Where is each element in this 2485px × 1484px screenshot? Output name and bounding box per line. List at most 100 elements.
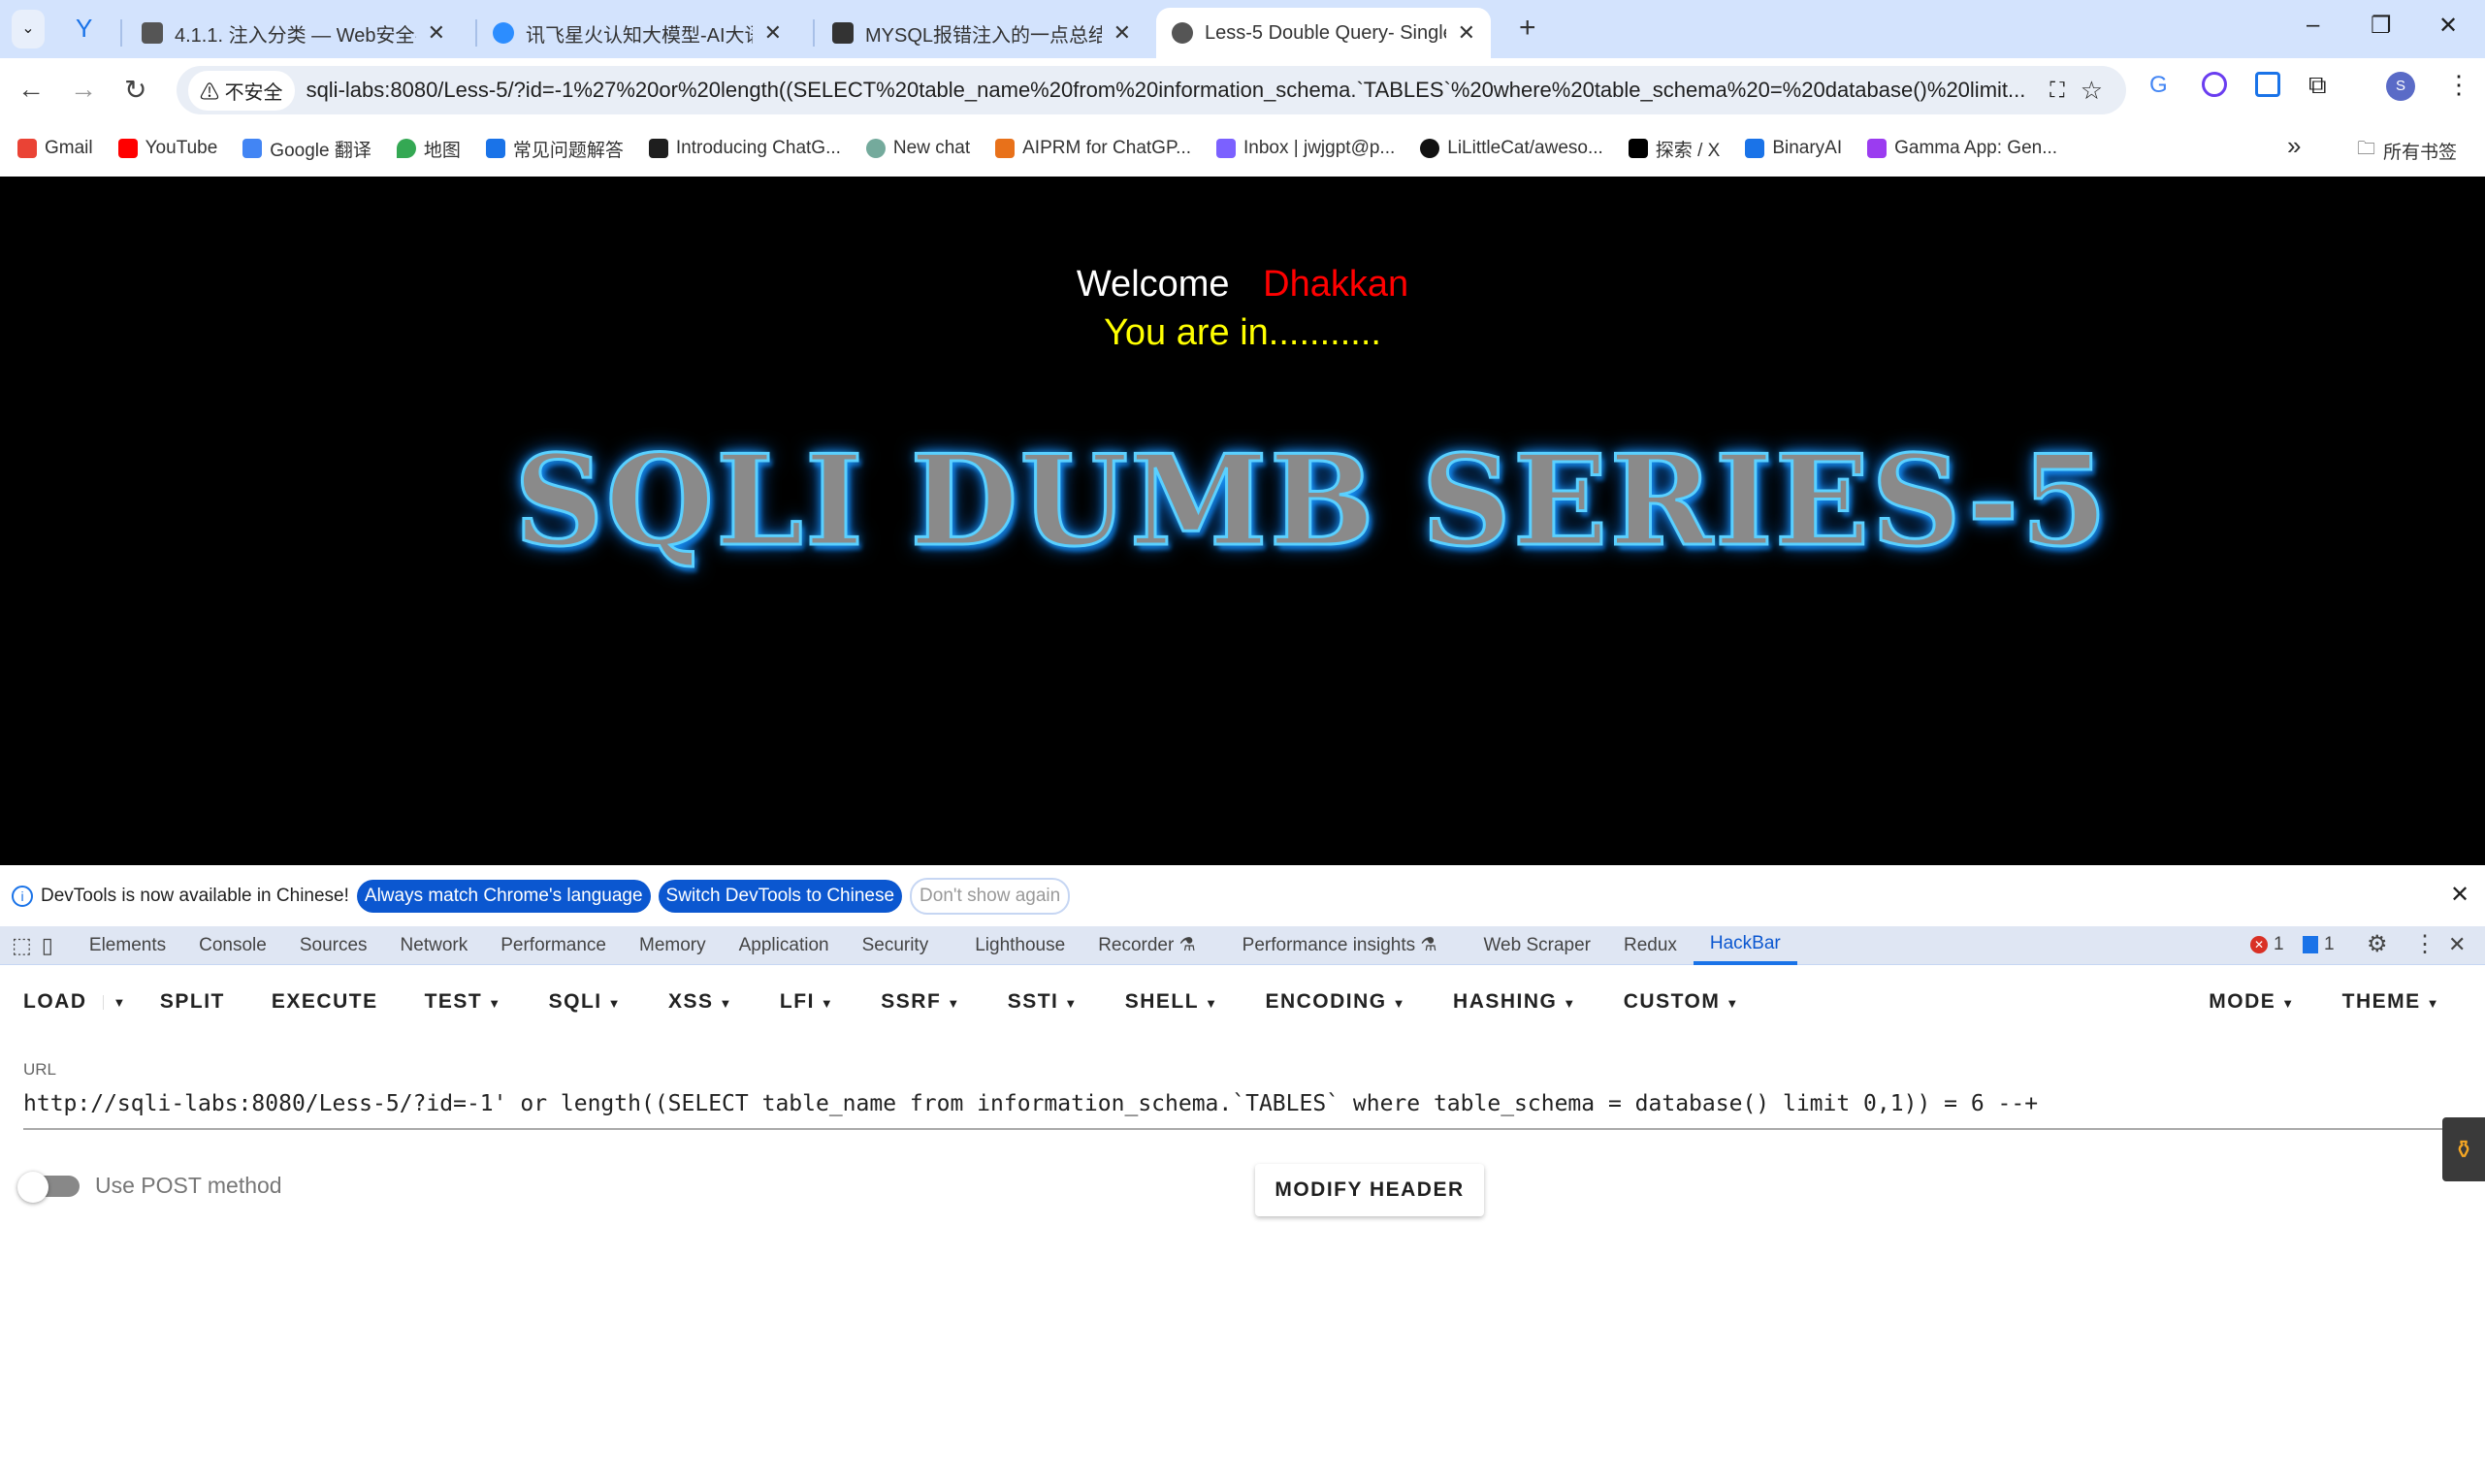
new-tab-button[interactable]: + [1519, 12, 1536, 45]
modify-header-button[interactable]: MODIFY HEADER [1255, 1164, 1484, 1216]
settings-gear-icon[interactable]: ⚙ [2367, 930, 2388, 958]
tab-lighthouse[interactable]: Lighthouse [958, 926, 1081, 965]
reload-button[interactable]: ↻ [124, 74, 146, 106]
tab-sources[interactable]: Sources [283, 926, 384, 965]
close-tab-icon[interactable]: ✕ [428, 20, 445, 46]
devtools-menu-icon[interactable]: ⋮ [2413, 930, 2437, 958]
restore-button[interactable]: ❐ [2371, 12, 2392, 40]
post-method-toggle-knob[interactable] [17, 1172, 48, 1203]
tab-search-button[interactable]: ⌄ [12, 10, 45, 48]
bookmark[interactable]: Gmail [17, 138, 93, 159]
theme-menu[interactable]: THEME ▼ [2319, 990, 2485, 1014]
forward-button[interactable]: → [70, 74, 97, 105]
test-menu[interactable]: TEST ▼ [402, 990, 526, 1014]
ssti-menu[interactable]: SSTI ▼ [984, 990, 1102, 1014]
pinned-tab-icon[interactable]: Y [76, 14, 92, 44]
close-infobar-icon[interactable]: ✕ [2450, 881, 2469, 909]
security-chip[interactable]: ⚠ 不安全 [188, 70, 295, 111]
shell-menu[interactable]: SHELL ▼ [1102, 990, 1242, 1014]
close-devtools-icon[interactable]: ✕ [2448, 932, 2466, 957]
close-window-button[interactable]: ✕ [2438, 12, 2458, 40]
tab-memory[interactable]: Memory [623, 926, 723, 965]
extension-icon[interactable] [2255, 72, 2280, 97]
caret-down-icon: ▼ [2426, 996, 2440, 1011]
lfi-menu[interactable]: LFI ▼ [757, 990, 857, 1014]
tab[interactable]: 4.1.1. 注入分类 — Web安全学 ✕ [126, 8, 461, 58]
error-counter[interactable]: ✕ 1 [2250, 934, 2284, 955]
split-button[interactable]: SPLIT [137, 990, 248, 1014]
google-translate-ext-icon[interactable]: G [2149, 72, 2168, 99]
bookmark[interactable]: Inbox | jwjgpt@p... [1216, 138, 1395, 159]
hashing-menu[interactable]: HASHING ▼ [1430, 990, 1600, 1014]
bookmark[interactable]: 地图 [396, 136, 461, 162]
bookmark[interactable]: LiLittleCat/aweso... [1420, 138, 1603, 159]
back-button[interactable]: ← [17, 74, 45, 105]
close-tab-icon[interactable]: ✕ [1458, 20, 1475, 46]
tab-console[interactable]: Console [182, 926, 283, 965]
bookmark[interactable]: AIPRM for ChatGP... [995, 138, 1191, 159]
sqli-menu[interactable]: SQLI ▼ [526, 990, 645, 1014]
device-toolbar-icon[interactable]: ▯ [42, 933, 53, 958]
minimize-button[interactable]: – [2307, 12, 2319, 39]
tab-active[interactable]: Less-5 Double Query- Single ✕ [1156, 8, 1491, 58]
load-dropdown-caret[interactable]: ▼ [102, 994, 137, 1010]
tab-performance[interactable]: Performance [484, 926, 623, 965]
page-viewport: Welcome Dhakkan You are in........... SQ… [0, 177, 2485, 865]
warning-icon: ⚠ [200, 81, 225, 104]
tab-security[interactable]: Security [846, 926, 946, 965]
extension-icon[interactable] [2202, 72, 2227, 97]
caret-down-icon: ▼ [1726, 996, 1740, 1011]
load-button[interactable]: LOAD [0, 990, 103, 1014]
tab-network[interactable]: Network [384, 926, 485, 965]
all-bookmarks-button[interactable]: 🗀 所有书签 [2357, 135, 2457, 166]
bookmark-star-icon[interactable]: ☆ [2081, 76, 2103, 106]
tab-web-scraper[interactable]: Web Scraper [1467, 926, 1607, 965]
post-method-label: Use POST method [95, 1173, 282, 1198]
address-bar[interactable]: ⚠ 不安全 sqli-labs:8080/Less-5/?id=-1%27%20… [177, 66, 2126, 114]
puzzle-extensions-icon[interactable]: ⧉ [2308, 70, 2327, 101]
tab-hackbar[interactable]: HackBar [1693, 926, 1797, 965]
custom-menu[interactable]: CUSTOM ▼ [1600, 990, 1763, 1014]
profile-avatar[interactable]: S [2386, 72, 2415, 101]
translate-icon[interactable]: ⛶ [2049, 78, 2064, 103]
tab-elements[interactable]: Elements [73, 926, 182, 965]
info-icon: i [12, 885, 33, 907]
bookmark[interactable]: BinaryAI [1745, 138, 1842, 159]
side-panel-handle[interactable]: ⚱ [2442, 1117, 2485, 1181]
message-counter[interactable]: 1 [2303, 934, 2335, 955]
tab[interactable]: MYSQL报错注入的一点总结 - 知 ✕ [817, 8, 1146, 58]
xss-menu[interactable]: XSS ▼ [645, 990, 757, 1014]
toolbar: ← → ↻ ⚠ 不安全 sqli-labs:8080/Less-5/?id=-1… [0, 58, 2485, 121]
bookmark[interactable]: Gamma App: Gen... [1867, 138, 2057, 159]
match-language-button[interactable]: Always match Chrome's language [356, 879, 651, 913]
bookmark[interactable]: 常见问题解答 [485, 136, 624, 162]
bookmark[interactable]: Introducing ChatG... [648, 138, 841, 159]
tab-application[interactable]: Application [723, 926, 846, 965]
tab-performance-insights[interactable]: Performance insights ⚗ [1226, 926, 1454, 965]
bookmark[interactable]: YouTube [117, 138, 217, 159]
url-input[interactable]: http://sqli-labs:8080/Less-5/?id=-1' or … [23, 1091, 2038, 1116]
dont-show-again-button[interactable]: Don't show again [910, 877, 1071, 915]
bookmark-label: 探索 / X [1655, 140, 1721, 161]
close-tab-icon[interactable]: ✕ [764, 20, 782, 46]
address-text[interactable]: sqli-labs:8080/Less-5/?id=-1%27%20or%20l… [307, 78, 2035, 103]
menu-kebab-icon[interactable]: ⋮ [2446, 70, 2471, 100]
ssrf-menu[interactable]: SSRF ▼ [857, 990, 984, 1014]
mode-menu[interactable]: MODE ▼ [2185, 990, 2318, 1014]
bookmark-favicon-icon [1745, 139, 1765, 158]
bookmark[interactable]: 探索 / X [1628, 136, 1721, 162]
more-bookmarks-button[interactable]: » [2287, 131, 2301, 161]
caret-down-icon: ▼ [719, 996, 733, 1011]
menu-label: LFI [779, 990, 815, 1013]
bookmark[interactable]: New chat [865, 138, 970, 159]
bookmark[interactable]: Google 翻译 [242, 136, 371, 162]
close-tab-icon[interactable]: ✕ [1113, 20, 1131, 46]
status-message: You are in........... [1104, 312, 1381, 353]
execute-button[interactable]: EXECUTE [248, 990, 402, 1014]
encoding-menu[interactable]: ENCODING ▼ [1242, 990, 1430, 1014]
tab-recorder[interactable]: Recorder ⚗ [1081, 926, 1211, 965]
switch-chinese-button[interactable]: Switch DevTools to Chinese [658, 879, 903, 913]
tab-redux[interactable]: Redux [1607, 926, 1694, 965]
tab[interactable]: 讯飞星火认知大模型-AI大语言 ✕ [477, 8, 797, 58]
inspect-element-icon[interactable]: ⬚ [12, 933, 32, 958]
